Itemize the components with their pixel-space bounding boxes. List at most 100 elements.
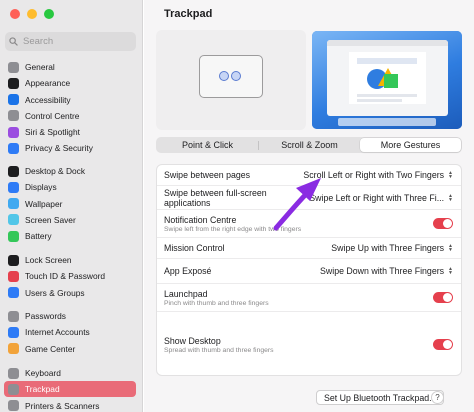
search-input[interactable] — [23, 36, 123, 47]
zoom-window-button[interactable] — [44, 9, 54, 19]
setting-description: Swipe left from the right edge with two … — [164, 225, 302, 233]
sidebar-item-general[interactable]: General — [4, 59, 136, 75]
sidebar-item-label: Control Centre — [25, 110, 80, 121]
sidebar-item-trackpad[interactable]: Trackpad — [4, 381, 136, 398]
setting-label: Launchpad — [164, 288, 208, 299]
sidebar-item-label: Siri & Spotlight — [25, 127, 80, 137]
sidebar-item-label: Users & Groups — [25, 287, 85, 298]
tab-more-gestures[interactable]: More Gestures — [360, 138, 461, 152]
setting-label: Swipe between full-screen applications — [164, 187, 267, 208]
printer-icon — [8, 400, 19, 411]
search-field[interactable] — [5, 32, 136, 51]
search-icon — [9, 37, 18, 46]
game-center-icon — [8, 343, 19, 354]
sidebar-item-label: Displays — [25, 182, 57, 193]
sidebar-item-appearance[interactable]: Appearance — [4, 75, 136, 91]
page-title: Trackpad — [164, 8, 213, 20]
gear-icon — [8, 61, 19, 73]
gesture-settings-list: Swipe between pages Scroll Left or Right … — [156, 164, 462, 376]
screen-saver-icon — [8, 214, 19, 226]
gesture-select-value: Scroll Left or Right with Two Fingers — [303, 170, 445, 180]
lock-icon — [8, 254, 19, 266]
chevron-updown-icon: ▲ ▼ — [448, 192, 453, 203]
sidebar-item-game-center[interactable]: Game Center — [4, 341, 136, 357]
fingerprint-icon — [8, 270, 19, 282]
preview-window-image — [327, 40, 448, 116]
sidebar-item-desktop-dock[interactable]: Desktop & Dock — [4, 163, 136, 179]
sidebar-item-keyboard[interactable]: Keyboard — [4, 365, 136, 381]
gesture-select[interactable]: Swipe Down with Three Fingers ▲ ▼ — [320, 266, 453, 276]
setting-row-app-expos: App Exposé Swipe Down with Three Fingers ▲… — [157, 258, 461, 283]
chevron-updown-icon: ▲ ▼ — [448, 243, 453, 253]
window-controls — [10, 9, 54, 19]
sidebar-item-accessibility[interactable]: Accessibility — [4, 92, 136, 108]
setting-row-mission-control: Mission Control Swipe Up with Three Finge… — [157, 237, 461, 258]
sidebar-group-display: Desktop & Dock Displays Wallpaper Screen Sa… — [4, 163, 136, 244]
sidebar: General Appearance Accessibility Control Ce… — [0, 0, 143, 412]
sidebar-item-screen-saver[interactable]: Screen Saver — [4, 212, 136, 228]
sidebar-item-label: Wallpaper — [25, 198, 63, 209]
sidebar-item-internet-accounts[interactable]: Internet Accounts — [4, 324, 136, 340]
accessibility-icon — [8, 94, 19, 105]
sidebar-item-label: Keyboard — [25, 368, 61, 378]
battery-icon — [8, 230, 19, 242]
sidebar-item-privacy-security[interactable]: Privacy & Security — [4, 140, 136, 156]
sidebar-item-printers-scanners[interactable]: Printers & Scanners — [4, 398, 136, 412]
display-icon — [8, 181, 19, 193]
sidebar-item-label: Screen Saver — [25, 214, 76, 225]
tab-bar: Point & Click Scroll & Zoom More Gesture… — [156, 137, 462, 153]
minimize-window-button[interactable] — [27, 9, 37, 19]
users-icon — [8, 287, 19, 298]
toggle-switch[interactable] — [433, 292, 453, 303]
setup-bluetooth-trackpad-button[interactable]: Set Up Bluetooth Trackpad... — [316, 390, 445, 405]
trackpad-illustration — [199, 55, 263, 98]
siri-icon — [8, 126, 19, 138]
gesture-select[interactable]: Scroll Left or Right with Two Fingers ▲ ▼ — [303, 170, 453, 180]
chevron-updown-icon: ▲ ▼ — [448, 170, 453, 180]
toggle-switch[interactable] — [433, 218, 453, 229]
toggle-switch[interactable] — [433, 339, 453, 350]
sidebar-item-label: Trackpad — [25, 384, 60, 395]
sidebar-item-battery[interactable]: Battery — [4, 228, 136, 244]
sidebar-group-accounts: Passwords Internet Accounts Game Center — [4, 308, 136, 357]
close-window-button[interactable] — [10, 9, 20, 19]
help-button[interactable]: ? — [431, 391, 444, 404]
sidebar-item-siri-spotlight[interactable]: Siri & Spotlight — [4, 124, 136, 140]
at-icon — [8, 326, 19, 338]
sidebar-group-system: General Appearance Accessibility Control Ce… — [4, 59, 136, 157]
sidebar-item-wallpaper[interactable]: Wallpaper — [4, 196, 136, 212]
sidebar-item-lock-screen[interactable]: Lock Screen — [4, 252, 136, 268]
sidebar-item-users-groups[interactable]: Users & Groups — [4, 285, 136, 301]
sidebar-item-label: Battery — [25, 231, 52, 241]
tab-scroll-zoom[interactable]: Scroll & Zoom — [259, 138, 360, 152]
sidebar-item-label: Touch ID & Password — [25, 271, 106, 282]
gesture-video-preview — [312, 31, 462, 129]
finger-dot-icon — [231, 71, 241, 81]
sidebar-item-displays[interactable]: Displays — [4, 179, 136, 195]
setting-description: Spread with thumb and three fingers — [164, 346, 274, 354]
setting-label: Swipe between pages — [164, 170, 251, 180]
setting-label: App Exposé — [164, 266, 212, 276]
setting-row-notification-centre: Notification Centre Swipe left from the r… — [157, 209, 461, 237]
sidebar-item-label: Game Center — [25, 343, 76, 354]
tab-point-click[interactable]: Point & Click — [157, 138, 258, 152]
sidebar-item-label: Passwords — [25, 311, 66, 321]
sidebar-group-input: Keyboard Trackpad Printers & Scanners — [4, 365, 136, 412]
sidebar-item-label: Appearance — [25, 78, 71, 89]
gesture-select[interactable]: Swipe Left or Right with Three Fi... ▲ ▼ — [309, 193, 453, 203]
sidebar-item-control-centre[interactable]: Control Centre — [4, 108, 136, 124]
key-icon — [8, 310, 19, 322]
sidebar-item-label: Lock Screen — [25, 255, 72, 265]
sidebar-item-label: Printers & Scanners — [25, 400, 100, 411]
sidebar-item-passwords[interactable]: Passwords — [4, 308, 136, 324]
setting-description: Pinch with thumb and three fingers — [164, 299, 269, 307]
setting-row-launchpad: Launchpad Pinch with thumb and three fing… — [157, 283, 461, 311]
gesture-select[interactable]: Swipe Up with Three Fingers ▲ ▼ — [331, 243, 453, 253]
finger-dot-icon — [219, 71, 229, 81]
setting-label: Notification Centre — [164, 214, 237, 225]
main-pane: Trackpad Point & Click Scroll & Zoom Mor… — [144, 0, 474, 412]
sidebar-item-label: Internet Accounts — [25, 327, 90, 338]
trackpad-icon — [8, 383, 19, 395]
hand-icon — [8, 142, 19, 154]
sidebar-item-touch-id-password[interactable]: Touch ID & Password — [4, 268, 136, 284]
